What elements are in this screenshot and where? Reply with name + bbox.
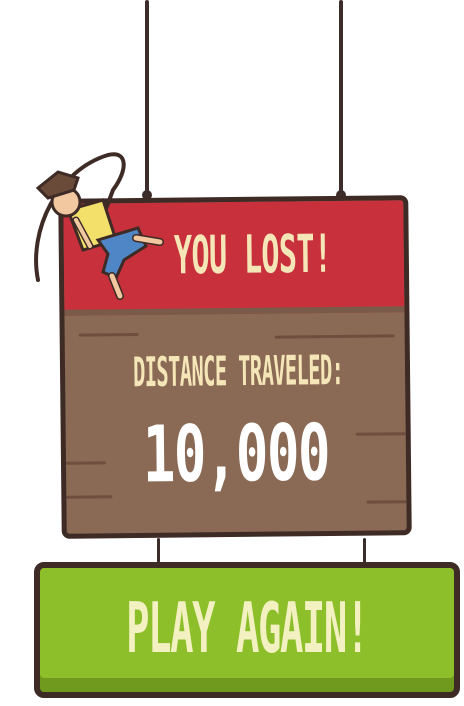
wood-grain [366,500,407,504]
game-over-screen: YOU LOST! DISTANCE TRAVELED: 10,000 PLAY… [0,0,464,706]
wood-grain [274,334,395,339]
play-again-button[interactable]: PLAY AGAIN! [34,562,460,698]
hanging-rope-right [339,0,343,196]
wood-grain [78,333,139,337]
wood-grain [66,495,113,499]
fallen-explorer-icon [34,152,164,300]
wood-grain [65,461,107,465]
game-over-title: YOU LOST! [173,222,332,286]
distance-label: DISTANCE TRAVELED: [132,346,344,398]
distance-value: 10,000 [142,407,330,500]
play-again-label: PLAY AGAIN! [126,588,369,669]
